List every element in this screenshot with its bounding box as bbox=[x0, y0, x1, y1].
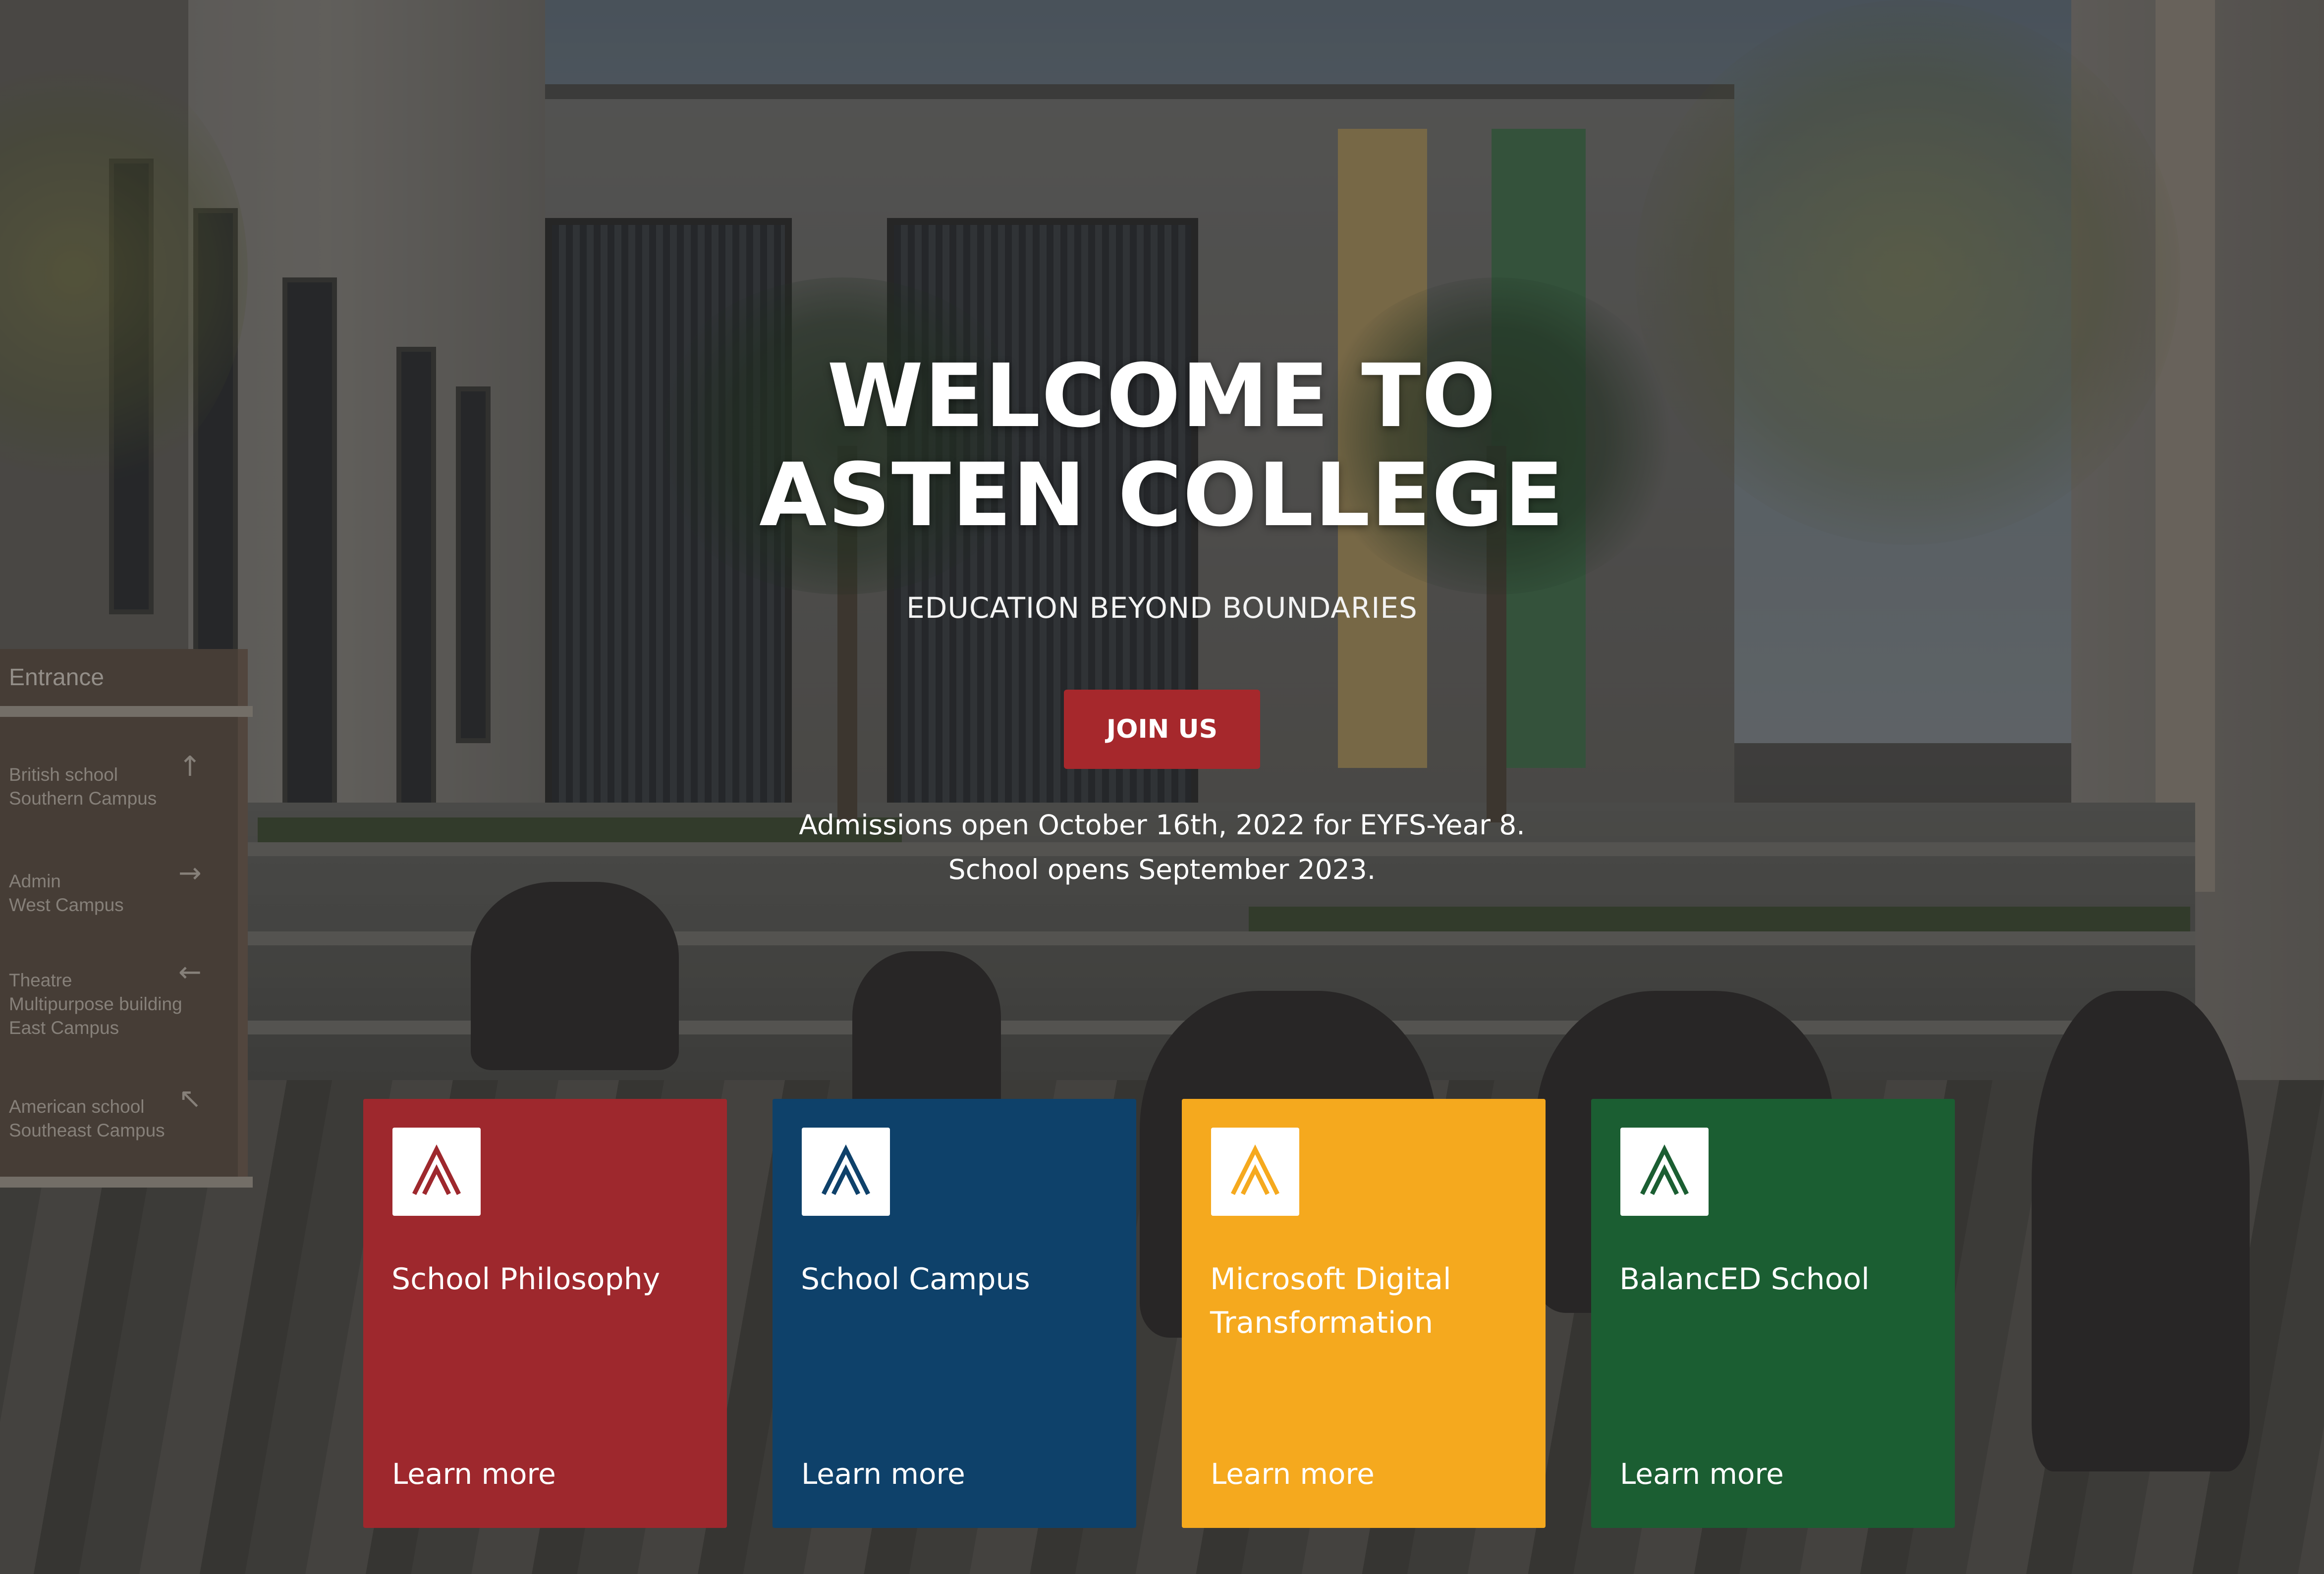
asten-logo-icon bbox=[1230, 1144, 1280, 1195]
admissions-notice: Admissions open October 16th, 2022 for E… bbox=[0, 803, 2324, 892]
asten-logo-icon bbox=[1640, 1144, 1689, 1195]
learn-more-link[interactable]: Learn more bbox=[801, 1457, 965, 1491]
title-line: WELCOME TO bbox=[827, 345, 1497, 447]
card-school-philosophy[interactable]: School Philosophy Learn more bbox=[363, 1099, 727, 1528]
learn-more-link[interactable]: Learn more bbox=[392, 1457, 556, 1491]
card-title: Microsoft Digital Transformation bbox=[1210, 1262, 1451, 1340]
card-title: BalancED School bbox=[1619, 1262, 1870, 1297]
card-balanced-school[interactable]: BalancED School Learn more bbox=[1591, 1099, 1955, 1528]
asten-logo-icon bbox=[412, 1144, 461, 1195]
page-title: WELCOME TO ASTEN COLLEGE bbox=[0, 347, 2324, 545]
asten-logo-icon bbox=[1620, 1128, 1709, 1216]
admissions-line: Admissions open October 16th, 2022 for E… bbox=[799, 809, 1525, 841]
asten-logo-icon bbox=[802, 1128, 890, 1216]
asten-logo-icon bbox=[821, 1144, 871, 1195]
card-title: School Philosophy bbox=[391, 1262, 661, 1297]
hero-content: WELCOME TO ASTEN COLLEGE EDUCATION BEYON… bbox=[0, 347, 2324, 892]
asten-logo-icon bbox=[392, 1128, 481, 1216]
card-school-campus[interactable]: School Campus Learn more bbox=[773, 1099, 1136, 1528]
join-us-button[interactable]: JOIN US bbox=[1064, 690, 1260, 769]
card-microsoft-digital-transformation[interactable]: Microsoft Digital Transformation Learn m… bbox=[1182, 1099, 1546, 1528]
learn-more-link[interactable]: Learn more bbox=[1211, 1457, 1375, 1491]
learn-more-link[interactable]: Learn more bbox=[1620, 1457, 1784, 1491]
card-title: School Campus bbox=[801, 1262, 1030, 1297]
tagline: EDUCATION BEYOND BOUNDARIES bbox=[906, 591, 1418, 625]
admissions-line: School opens September 2023. bbox=[948, 854, 1376, 885]
hero-section: Entrance British school Southern Campus … bbox=[0, 0, 2324, 1574]
title-line: ASTEN COLLEGE bbox=[759, 444, 1565, 546]
asten-logo-icon bbox=[1211, 1128, 1299, 1216]
